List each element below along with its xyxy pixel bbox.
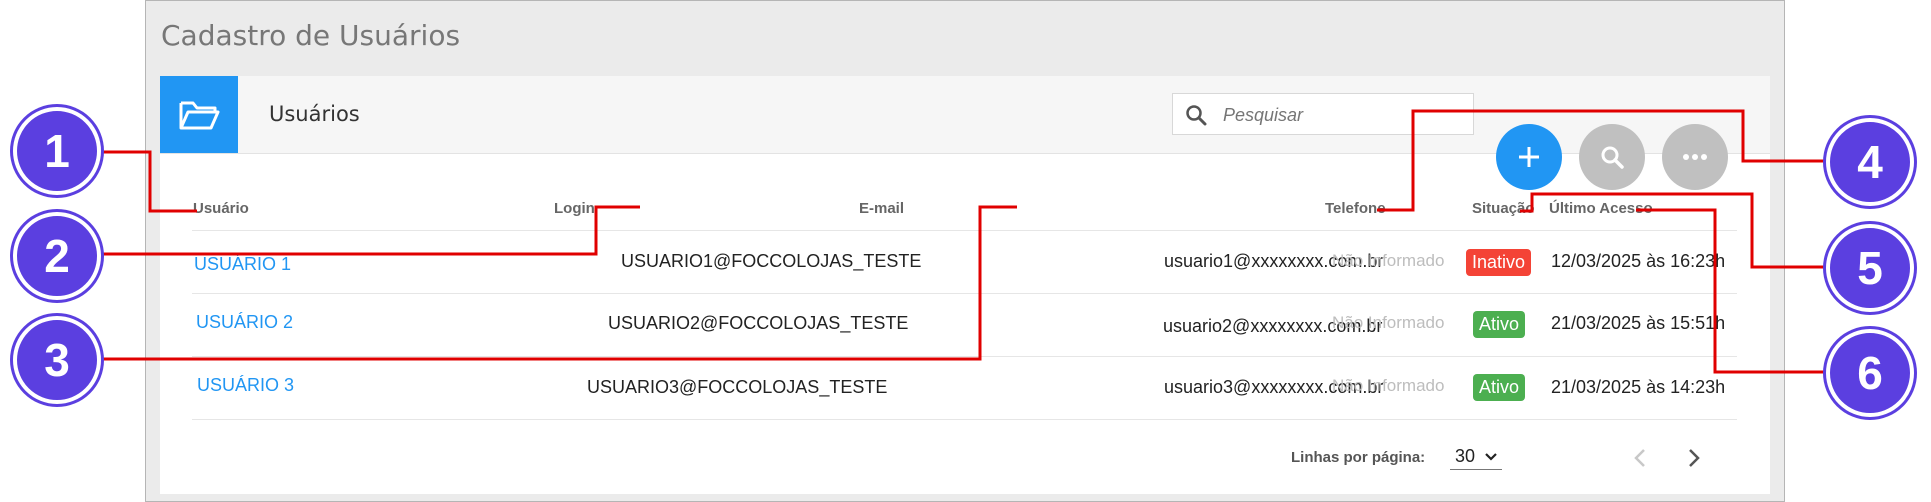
annotation-line-6 (1636, 208, 1827, 374)
callout-3: 3 (13, 316, 101, 404)
annotation-line-1 (100, 150, 197, 213)
callout-1: 1 (13, 107, 101, 195)
callout-5: 5 (1826, 224, 1914, 312)
annotation-line-2 (100, 205, 640, 256)
callout-2: 2 (13, 212, 101, 300)
annotation-line-5 (1520, 192, 1827, 269)
annotation-lines (100, 109, 1827, 374)
callout-4: 4 (1826, 118, 1914, 206)
callout-6: 6 (1826, 329, 1914, 417)
annotation-line-3 (100, 205, 1017, 361)
